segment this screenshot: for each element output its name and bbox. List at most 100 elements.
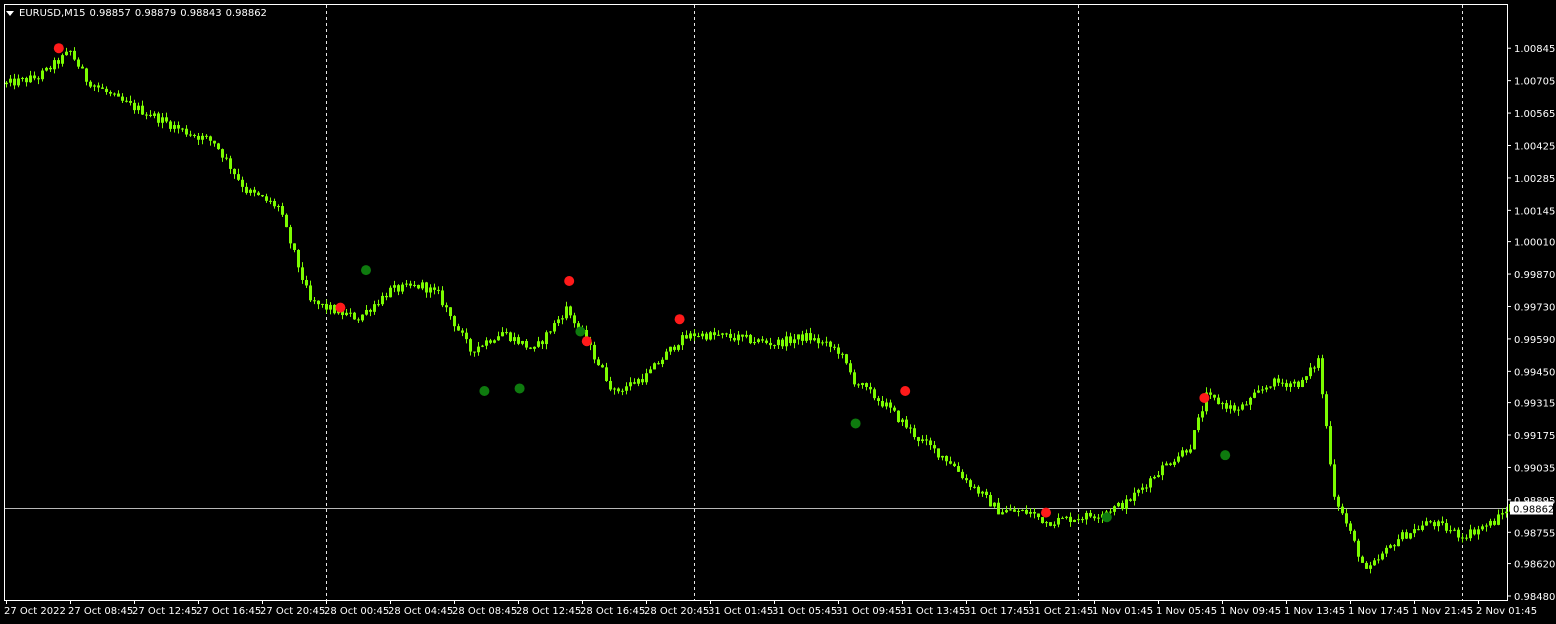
candle-body xyxy=(1469,529,1472,539)
candle-body xyxy=(729,333,732,338)
candle-body xyxy=(989,495,992,507)
candle-body xyxy=(401,284,404,292)
candle-body xyxy=(821,342,824,344)
candle-body xyxy=(1421,525,1424,530)
candle-body xyxy=(877,398,880,402)
candle-body xyxy=(525,341,528,348)
y-tick-label: 0.99590 xyxy=(1514,335,1555,346)
x-tick-label: 28 Oct 04:45 xyxy=(388,606,453,617)
candle-body xyxy=(973,486,976,488)
candle-body xyxy=(785,336,788,347)
buy-signal-dot xyxy=(479,386,490,397)
y-tick-label: 0.99870 xyxy=(1514,270,1555,281)
candle-body xyxy=(1413,529,1416,534)
candle-body xyxy=(661,359,664,365)
candle-body xyxy=(725,333,728,335)
candle-body xyxy=(1049,522,1052,526)
candle-body xyxy=(937,448,940,458)
buy-signal-dot xyxy=(1101,512,1112,523)
x-tick-label: 2 Nov 01:45 xyxy=(1476,606,1537,617)
candle-body xyxy=(1409,533,1412,539)
candle-body xyxy=(1349,523,1352,531)
candle-body xyxy=(905,419,908,428)
y-tick-label: 0.98480 xyxy=(1514,592,1555,603)
candle-body xyxy=(569,306,572,316)
candle-body xyxy=(1457,529,1460,538)
candle-body xyxy=(217,143,220,150)
candle-body xyxy=(493,340,496,343)
candle-body xyxy=(437,289,440,291)
x-tick-label: 1 Nov 05:45 xyxy=(1156,606,1217,617)
y-tick-label: 1.00010 xyxy=(1514,238,1555,249)
buy-signal-dot xyxy=(514,383,525,394)
candle-body xyxy=(1257,390,1260,393)
candle-body xyxy=(1137,489,1140,493)
candle-body xyxy=(425,282,428,293)
candle-body xyxy=(1297,381,1300,388)
candle-body xyxy=(1285,383,1288,387)
candle-body xyxy=(565,306,568,319)
candle-body xyxy=(533,346,536,349)
candle-body xyxy=(865,383,868,387)
candle-body xyxy=(353,312,356,320)
candle-body xyxy=(1209,392,1212,395)
candle-body xyxy=(469,339,472,352)
candle-body xyxy=(1417,529,1420,531)
candle-body xyxy=(657,363,660,365)
candle-body xyxy=(797,334,800,340)
candle-body xyxy=(101,87,104,89)
candle-body xyxy=(69,50,72,52)
triangle-down-icon[interactable] xyxy=(6,10,14,16)
sell-signal-dot xyxy=(900,386,911,397)
candle-body xyxy=(613,388,616,390)
candle-body xyxy=(817,338,820,344)
candle-body xyxy=(1037,513,1040,518)
candle-body xyxy=(1433,522,1436,527)
candle-body xyxy=(1233,405,1236,411)
candle-body xyxy=(529,347,532,349)
candle-body xyxy=(621,390,624,392)
candle-body xyxy=(869,386,872,390)
candle-body xyxy=(749,334,752,344)
candle-body xyxy=(925,439,928,441)
candle-body xyxy=(845,354,848,364)
candle-body xyxy=(185,128,188,135)
candle-body xyxy=(1485,525,1488,527)
candle-body xyxy=(653,363,656,370)
candle-body xyxy=(1041,517,1044,524)
candle-body xyxy=(177,125,180,129)
candle-body xyxy=(909,427,912,429)
candle-body xyxy=(1389,545,1392,548)
candle-body xyxy=(1025,509,1028,514)
price-chart[interactable]: 1.00845 1.00705 1.00565 1.00425 1.00285 1.001… xyxy=(0,0,1556,624)
candle-body xyxy=(1053,524,1056,526)
candle-body xyxy=(1185,450,1188,453)
candle-body xyxy=(125,100,128,102)
candle-body xyxy=(197,135,200,140)
candle-body xyxy=(717,334,720,336)
candle-body xyxy=(33,75,36,79)
candle-body xyxy=(133,102,136,111)
candle-body xyxy=(981,491,984,494)
candle-body xyxy=(221,149,224,158)
candle-body xyxy=(885,402,888,407)
candle-body xyxy=(1453,529,1456,531)
candle-body xyxy=(413,284,416,286)
x-tick-label: 31 Oct 21:45 xyxy=(1028,606,1093,617)
candle-body xyxy=(1165,463,1168,466)
candle-body xyxy=(1173,461,1176,465)
candle-body xyxy=(789,336,792,344)
candle-body xyxy=(625,386,628,391)
x-tick-label: 27 Oct 16:45 xyxy=(196,606,261,617)
candle-body xyxy=(305,279,308,286)
candle-body xyxy=(109,92,112,94)
candle-body xyxy=(285,214,288,228)
candle-body xyxy=(521,341,524,344)
x-tick-label: 31 Oct 05:45 xyxy=(772,606,837,617)
candle-body xyxy=(949,461,952,464)
candle-body xyxy=(961,471,964,479)
candle-body xyxy=(829,341,832,347)
candle-body xyxy=(1129,499,1132,501)
candle-body xyxy=(309,285,312,301)
candle-body xyxy=(965,478,968,481)
